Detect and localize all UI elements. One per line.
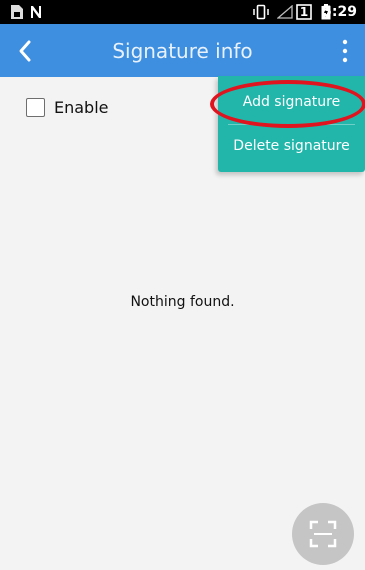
menu-divider — [228, 124, 355, 125]
page-title: Signature info — [112, 39, 253, 63]
overflow-menu: Add signature Delete signature — [218, 76, 365, 172]
status-bar: 1 5:29 — [0, 0, 365, 24]
clock: 5:29 — [322, 4, 357, 20]
enable-checkbox[interactable] — [26, 98, 45, 117]
n-notification-icon — [31, 6, 41, 18]
more-vert-icon — [342, 39, 348, 63]
vibrate-icon — [253, 4, 269, 20]
delete-signature-menu-item[interactable]: Delete signature — [218, 136, 365, 156]
add-signature-menu-item[interactable]: Add signature — [218, 92, 365, 112]
sim-slot-number: 1 — [299, 5, 309, 19]
scan-button[interactable] — [292, 503, 354, 565]
app-bar: Signature info — [0, 24, 365, 77]
signal-icon — [277, 5, 293, 19]
sim-card-icon — [11, 5, 23, 19]
overflow-menu-button[interactable] — [335, 37, 355, 65]
empty-state-text: Nothing found. — [130, 294, 235, 310]
scan-frame-icon — [309, 520, 337, 548]
enable-label: Enable — [54, 98, 109, 117]
